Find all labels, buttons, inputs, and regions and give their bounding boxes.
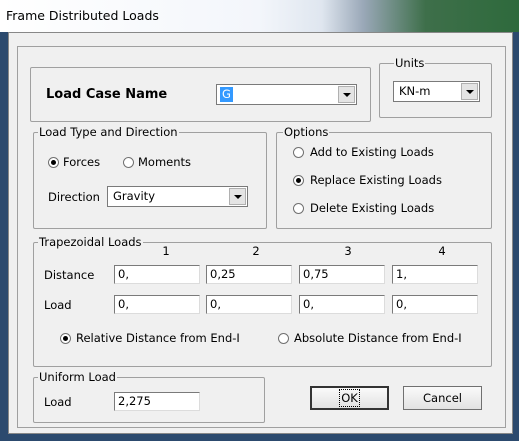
moments-label[interactable]: Moments [138, 155, 191, 169]
trapezoidal-legend: Trapezoidal Loads [38, 235, 143, 249]
dialog-panel: Load Case Name G Units KN-m Load Type an… [17, 46, 506, 428]
column-header: 4 [438, 244, 446, 258]
units-group: Units KN-m [379, 56, 492, 118]
distance-label: Distance [44, 268, 95, 282]
window-title: Frame Distributed Loads [6, 8, 159, 23]
add-loads-radio[interactable] [293, 147, 304, 158]
column-header: 1 [162, 244, 170, 258]
units-legend: Units [394, 56, 426, 70]
cancel-button[interactable]: Cancel [403, 386, 482, 410]
replace-loads-label[interactable]: Replace Existing Loads [310, 173, 442, 187]
replace-loads-radio[interactable] [293, 175, 304, 186]
uniform-load-label: Load [44, 395, 72, 409]
load-type-legend: Load Type and Direction [38, 125, 179, 139]
trapezoidal-group: Trapezoidal Loads 1 2 3 4 Distance 0, 0,… [33, 235, 492, 367]
forces-label[interactable]: Forces [63, 155, 100, 169]
column-header: 3 [344, 244, 352, 258]
units-select[interactable]: KN-m [393, 81, 480, 102]
dialog-body: Load Case Name G Units KN-m Load Type an… [8, 32, 513, 434]
load-case-group: Load Case Name G [30, 67, 371, 122]
load-2-field[interactable]: 0, [206, 295, 292, 314]
load-1-field[interactable]: 0, [114, 295, 200, 314]
delete-loads-label[interactable]: Delete Existing Loads [310, 201, 434, 215]
relative-distance-radio[interactable] [60, 333, 71, 344]
forces-radio[interactable] [48, 157, 59, 168]
ok-button-label: OK [339, 389, 360, 407]
ok-button[interactable]: OK [310, 386, 389, 410]
direction-label: Direction [48, 190, 100, 204]
load-case-select[interactable]: G [216, 84, 357, 105]
load-4-field[interactable]: 0, [392, 295, 478, 314]
add-loads-label[interactable]: Add to Existing Loads [310, 145, 434, 159]
column-header: 2 [252, 244, 260, 258]
chevron-down-icon[interactable] [461, 83, 478, 100]
window-frame: Load Case Name G Units KN-m Load Type an… [0, 32, 519, 441]
load-label: Load [44, 298, 72, 312]
load-3-field[interactable]: 0, [299, 295, 385, 314]
distance-4-field[interactable]: 1, [392, 265, 478, 284]
options-group: Options Add to Existing Loads Replace Ex… [276, 125, 492, 229]
chevron-down-icon[interactable] [338, 86, 355, 103]
distance-3-field[interactable]: 0,75 [299, 265, 385, 284]
absolute-distance-radio[interactable] [278, 333, 289, 344]
units-value: KN-m [399, 84, 431, 98]
load-case-label: Load Case Name [46, 87, 168, 102]
direction-value: Gravity [113, 189, 156, 203]
direction-select[interactable]: Gravity [107, 186, 248, 207]
chevron-down-icon[interactable] [229, 188, 246, 205]
moments-radio[interactable] [123, 157, 134, 168]
absolute-distance-label[interactable]: Absolute Distance from End-I [294, 331, 462, 345]
uniform-load-legend: Uniform Load [38, 370, 117, 384]
delete-loads-radio[interactable] [293, 203, 304, 214]
relative-distance-label[interactable]: Relative Distance from End-I [76, 331, 240, 345]
load-case-value: G [220, 87, 233, 102]
uniform-load-group: Uniform Load Load 2,275 [33, 370, 265, 423]
distance-2-field[interactable]: 0,25 [206, 265, 292, 284]
uniform-load-field[interactable]: 2,275 [114, 392, 200, 411]
distance-1-field[interactable]: 0, [114, 265, 200, 284]
load-type-group: Load Type and Direction Forces Moments D… [33, 125, 267, 229]
options-legend: Options [283, 125, 330, 139]
title-bar[interactable]: Frame Distributed Loads [0, 0, 519, 32]
